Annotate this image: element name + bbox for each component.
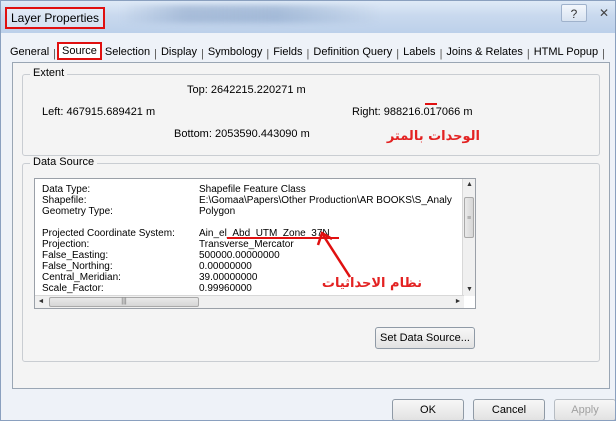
field-value: Shapefile Feature Class [199, 184, 306, 195]
field-name: Projection: [42, 239, 90, 250]
field-value: 39.00000000 [199, 272, 258, 283]
field-name: Central_Meridian: [42, 272, 121, 283]
tab-symbology[interactable]: Symbology [205, 44, 265, 60]
window-title: Layer Properties [5, 7, 106, 29]
field-name: Geometry Type: [42, 206, 113, 217]
scroll-up-arrow-icon[interactable]: ▲ [463, 179, 475, 191]
horizontal-scroll-thumb[interactable]: ||| [49, 297, 199, 307]
data-source-legend: Data Source [30, 156, 98, 168]
tab-joins-relates[interactable]: Joins & Relates [443, 44, 525, 60]
vertical-scrollbar[interactable]: ▲ ≡ ▼ [462, 179, 475, 296]
extent-bottom: Bottom: 2053590.443090 m [174, 128, 310, 140]
coordinate-system-underline [227, 237, 339, 239]
field-name: Data Type: [42, 184, 91, 195]
source-tab-panel: Extent Top: 2642215.220271 m Left: 46791… [12, 62, 610, 389]
extent-right: Right: 988216.017066 m [352, 106, 473, 118]
extent-top: Top: 2642215.220271 m [187, 84, 306, 96]
set-data-source-button[interactable]: Set Data Source... [375, 327, 475, 349]
units-underline [425, 103, 437, 105]
help-button[interactable]: ? [561, 4, 587, 22]
field-name: False_Northing: [42, 261, 113, 272]
tab-bar: General | Source Selection | Display | S… [7, 40, 606, 60]
field-name: False_Easting: [42, 250, 109, 261]
field-name: Shapefile: [42, 195, 87, 206]
extent-legend: Extent [30, 67, 68, 79]
units-annotation: الوحدات بالمتر [386, 129, 480, 144]
apply-button[interactable]: Apply [554, 399, 615, 420]
tab-display[interactable]: Display [158, 44, 200, 60]
dialog-footer: OK Cancel Apply [1, 393, 615, 420]
data-source-group: Data Source Data Type: Shapefile Feature … [22, 156, 600, 362]
title-bar: Layer Properties ? ✕ [1, 1, 615, 33]
scroll-left-arrow-icon[interactable]: ◄ [35, 296, 47, 308]
tab-source[interactable]: Source [57, 42, 102, 60]
tab-general[interactable]: General [7, 44, 52, 60]
cancel-button[interactable]: Cancel [473, 399, 545, 420]
tab-fields[interactable]: Fields [270, 44, 305, 60]
close-button[interactable]: ✕ [591, 4, 615, 22]
extent-left: Left: 467915.689421 m [42, 106, 156, 118]
field-value: 0.99960000 [199, 283, 252, 294]
title-bar-blur [121, 5, 381, 23]
tab-definition-query[interactable]: Definition Query [310, 44, 395, 60]
field-value: Polygon [199, 206, 236, 217]
scroll-down-arrow-icon[interactable]: ▼ [463, 284, 475, 296]
layer-properties-dialog: Layer Properties ? ✕ General | Source Se… [0, 0, 616, 421]
tab-divider: | [602, 48, 605, 60]
extent-group: Extent Top: 2642215.220271 m Left: 46791… [22, 67, 600, 156]
tab-selection[interactable]: Selection [102, 44, 153, 60]
horizontal-scrollbar[interactable]: ◄ ||| ► [35, 295, 464, 308]
vertical-scroll-thumb[interactable]: ≡ [464, 197, 474, 238]
tab-labels[interactable]: Labels [400, 44, 438, 60]
field-value: E:\Gomaa\Papers\Other Production\AR BOOK… [199, 195, 452, 206]
scroll-right-arrow-icon[interactable]: ► [452, 296, 464, 308]
ok-button[interactable]: OK [392, 399, 464, 420]
field-value: 0.00000000 [199, 261, 252, 272]
field-value: Transverse_Mercator [199, 239, 294, 250]
tab-html-popup[interactable]: HTML Popup [531, 44, 601, 60]
coordinate-system-annotation: نظام الاحداثيات [321, 276, 422, 291]
field-value: 500000.00000000 [199, 250, 280, 261]
field-name: Projected Coordinate System: [42, 228, 175, 239]
field-name: Scale_Factor: [42, 283, 104, 294]
